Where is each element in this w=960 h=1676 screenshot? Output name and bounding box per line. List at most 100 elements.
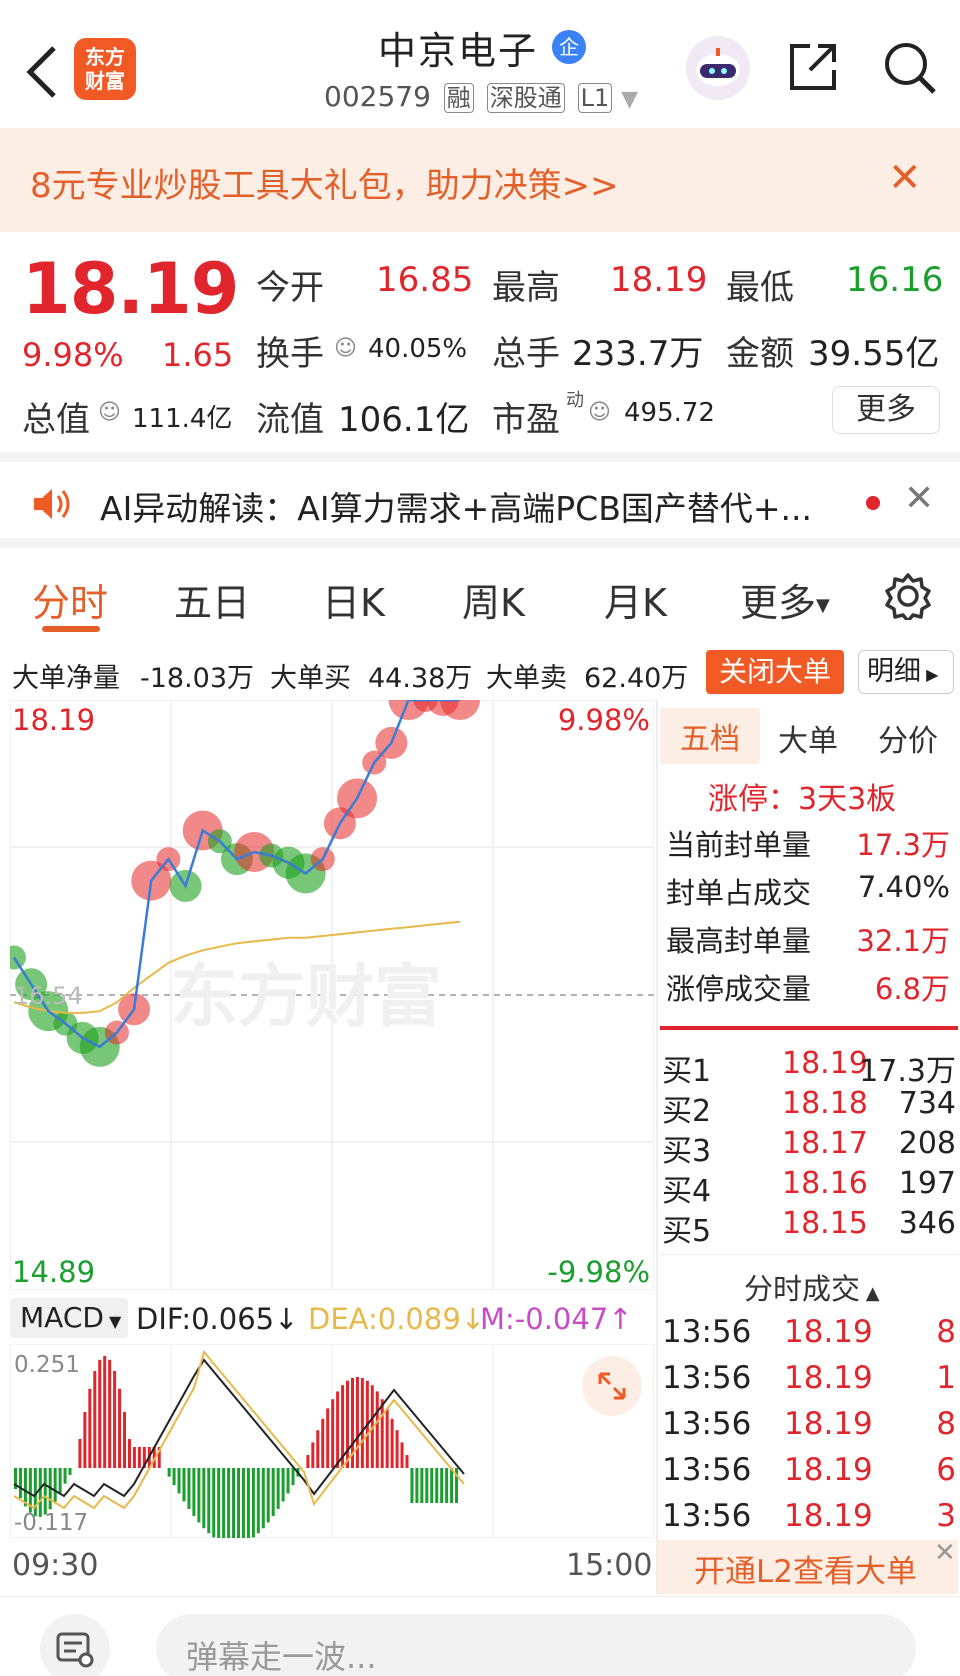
tab-intraday[interactable]: 分时 [32, 572, 108, 627]
logo-text-1: 东方 [85, 45, 125, 69]
promo-banner[interactable]: 8元专业炒股工具大礼包，助力决策>> ✕ [0, 128, 960, 232]
active-tab-indicator [42, 626, 100, 632]
macd-bar [271, 1468, 275, 1517]
macd-selector[interactable]: MACD ▼ [10, 1298, 128, 1338]
chart-bottom-price: 14.89 [12, 1255, 95, 1289]
macd-top: 0.251 [14, 1352, 80, 1378]
close-icon[interactable]: ✕ [888, 158, 922, 198]
macd-bar [123, 1412, 127, 1468]
macd-bar [207, 1468, 211, 1534]
tab-big-order[interactable]: 大单 [778, 716, 838, 760]
amount-value: 39.55亿 [808, 334, 940, 374]
caret-down-icon[interactable]: ▼ [621, 87, 638, 112]
order-book-row[interactable]: 买3 18.17 208 [662, 1126, 956, 1169]
info-icon[interactable]: ☺ [588, 400, 611, 425]
volume-label: 总手 [492, 334, 560, 374]
macd-bar [321, 1418, 325, 1468]
bid-level: 买3 [662, 1134, 712, 1169]
order-book-row[interactable]: 买1 18.19 17.3万 [662, 1046, 956, 1089]
ticks-header[interactable]: 分时成交 ▲ [744, 1266, 880, 1308]
tick-time: 13:56 [662, 1498, 752, 1534]
tab-more[interactable]: 更多▼ [740, 572, 830, 627]
arrow-down-icon: ↓ [274, 1302, 299, 1336]
tick-volume: 8 [936, 1406, 956, 1442]
tick-time: 13:56 [662, 1406, 752, 1442]
tab-five-day[interactable]: 五日 [174, 572, 250, 627]
back-arrow-icon[interactable] [22, 42, 62, 102]
macd-bar [261, 1468, 265, 1529]
stat-label: 当前封单量 [666, 828, 812, 862]
tab-monthly-k[interactable]: 月K [604, 572, 667, 627]
info-icon[interactable]: ☺ [334, 336, 357, 361]
macd-bar [137, 1447, 141, 1468]
l2-upgrade-text[interactable]: 开通L2查看大单 [694, 1546, 917, 1591]
pe-label: 市盈 [492, 400, 560, 440]
order-book-row[interactable]: 买4 18.16 197 [662, 1166, 956, 1209]
macd-bar [281, 1468, 285, 1502]
tab-weekly-k[interactable]: 周K [462, 572, 525, 627]
macd-bar [108, 1359, 112, 1468]
bid-price: 18.15 [782, 1206, 868, 1241]
turnover-label: 换手 [256, 334, 324, 374]
macd-bar [360, 1377, 364, 1468]
tick-volume: 3 [936, 1498, 956, 1534]
gear-icon[interactable] [884, 572, 932, 620]
macd-bar [445, 1468, 449, 1503]
tag-level[interactable]: L1 [577, 83, 613, 113]
macd-bar [375, 1391, 379, 1468]
tab-price-dist[interactable]: 分价 [878, 716, 938, 760]
macd-bar [311, 1442, 315, 1468]
macd-bar [355, 1377, 359, 1468]
macd-bar [167, 1468, 171, 1477]
macd-label: MACD [20, 1301, 104, 1334]
stock-name: 中京电子 [378, 29, 539, 73]
current-price: 18.19 [22, 248, 239, 330]
tick-time: 13:56 [662, 1360, 752, 1396]
macd-bar [83, 1412, 87, 1468]
macd-bar [385, 1408, 389, 1468]
ai-insight-text[interactable]: AI异动解读：AI算力需求+高端PCB国产替代+... [100, 482, 812, 530]
macd-bar [58, 1468, 62, 1493]
share-icon[interactable] [786, 40, 840, 94]
panel-divider [656, 700, 658, 1594]
close-big-order-button[interactable]: 关闭大单 [706, 650, 844, 694]
bid-price: 18.18 [782, 1086, 868, 1121]
app-logo[interactable]: 东方 财富 [74, 38, 136, 100]
macd-bar [18, 1468, 22, 1499]
close-icon[interactable]: ✕ [934, 1538, 956, 1568]
detail-label: 明细 [867, 656, 921, 687]
macd-chart[interactable]: 0.251 -0.117 [10, 1344, 654, 1538]
info-icon[interactable]: ☺ [98, 400, 121, 425]
comment-icon[interactable] [40, 1614, 110, 1676]
order-book-row[interactable]: 买5 18.15 346 [662, 1206, 956, 1249]
close-icon[interactable]: ✕ [904, 478, 934, 519]
danmaku-input[interactable]: 弹幕走一波... [156, 1614, 916, 1676]
mktcap-value: 111.4亿 [132, 404, 233, 434]
macd-bar [182, 1468, 186, 1502]
macd-bar [132, 1447, 136, 1468]
order-book-row[interactable]: 买2 18.18 734 [662, 1086, 956, 1129]
buy-value: 44.38万 [368, 663, 473, 694]
tick-volume: 6 [936, 1452, 956, 1488]
expand-icon[interactable] [582, 1356, 642, 1416]
macd-bar [390, 1418, 394, 1468]
promo-text[interactable]: 8元专业炒股工具大礼包，助力决策>> [30, 158, 619, 207]
arrow-up-icon: ↑ [608, 1302, 633, 1336]
macd-bar [276, 1468, 280, 1509]
more-button[interactable]: 更多 [832, 386, 940, 434]
tab-five-level[interactable]: 五档 [660, 708, 760, 764]
bid-price: 18.16 [782, 1166, 868, 1201]
robot-assistant-icon[interactable] [686, 36, 750, 100]
macd-bar [202, 1468, 206, 1529]
low-label: 最低 [726, 268, 794, 308]
macd-bar [118, 1388, 122, 1468]
intraday-chart[interactable]: 东方财富 18.19 9.98% 16.54 14.89 -9.98% [10, 700, 654, 1290]
search-icon[interactable] [882, 40, 938, 96]
stock-code-line: 002579 融 深股通 L1 ▼ [324, 80, 638, 113]
open-value: 16.85 [376, 260, 474, 300]
macd-dif: DIF:0.065↓ [136, 1302, 298, 1336]
detail-button[interactable]: 明细 ▶ [858, 650, 954, 694]
watermark: 东方财富 [170, 958, 442, 1037]
tab-daily-k[interactable]: 日K [322, 572, 385, 627]
limit-up-info: 涨停：3天3板 [708, 782, 897, 817]
